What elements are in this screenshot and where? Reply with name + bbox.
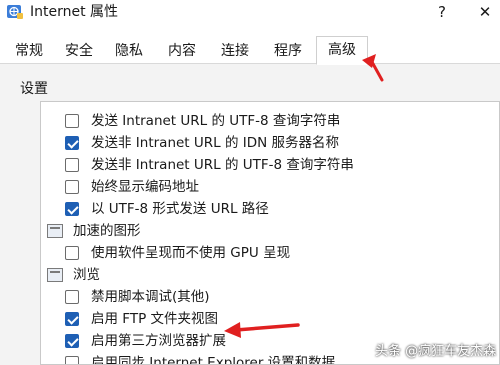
internet-options-icon [7,5,23,19]
setting-label: 启用第三方浏览器扩展 [91,333,226,349]
setting-label: 启用同步 Internet Explorer 设置和数据 [91,355,336,365]
setting-label: 发送非 Intranet URL 的 IDN 服务器名称 [91,135,340,151]
checkbox[interactable] [65,136,79,150]
help-button[interactable]: ? [430,0,454,24]
setting-label: 使用软件呈现而不使用 GPU 呈现 [91,245,291,261]
checkbox[interactable] [65,312,79,326]
tab-privacy[interactable]: 隐私 [110,40,148,64]
checkbox[interactable] [65,290,79,304]
settings-group-label: 设置 [20,81,48,97]
graphics-group-icon [47,224,63,238]
title-bar: Internet 属性 ? ✕ [0,0,500,26]
checkbox[interactable] [65,356,79,364]
setting-label: 发送非 Intranet URL 的 UTF-8 查询字符串 [91,157,354,173]
window-title: Internet 属性 [30,4,119,20]
setting-label: 启用 FTP 文件夹视图 [91,311,218,327]
group-label: 加速的图形 [73,223,141,239]
watermark-text: 头条 @疯狂车友杰森 [375,344,497,359]
tab-content[interactable]: 内容 [162,40,202,64]
tab-connections[interactable]: 连接 [216,40,254,64]
tab-security[interactable]: 安全 [60,40,98,64]
checkbox[interactable] [65,180,79,194]
settings-list[interactable]: 发送 Intranet URL 的 UTF-8 查询字符串 发送非 Intran… [40,101,500,365]
group-label: 浏览 [73,267,100,283]
browsing-group-icon [47,268,63,282]
close-button[interactable]: ✕ [472,0,498,24]
checkbox[interactable] [65,246,79,260]
checkbox[interactable] [65,114,79,128]
tab-general[interactable]: 常规 [10,40,48,64]
checkbox[interactable] [65,334,79,348]
checkbox[interactable] [65,158,79,172]
setting-label: 以 UTF-8 形式发送 URL 路径 [91,201,269,217]
setting-label: 禁用脚本调试(其他) [91,289,210,305]
setting-label: 始终显示编码地址 [91,179,199,195]
setting-label: 发送 Intranet URL 的 UTF-8 查询字符串 [91,113,341,129]
checkbox[interactable] [65,202,79,216]
tab-programs[interactable]: 程序 [268,40,308,64]
tab-strip: 常规 安全 隐私 内容 连接 程序 高级 [0,36,500,65]
tab-advanced[interactable]: 高级 [316,36,368,65]
